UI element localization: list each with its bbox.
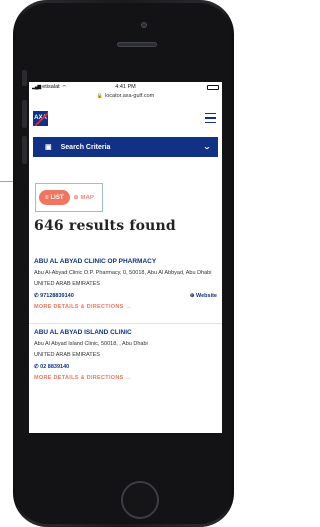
phone-icon: ✆ <box>34 364 39 370</box>
phone-screen: ▂▄▆ etisalat ⌔ 4:41 PM 🔒 locator.axa-gul… <box>29 82 222 433</box>
phone-link[interactable]: ✆ 02 8839140 <box>34 364 69 370</box>
status-time: 4:41 PM <box>115 84 136 90</box>
hamburger-menu-icon[interactable] <box>205 113 216 123</box>
phone-icon: ✆ <box>34 293 39 299</box>
axa-logo[interactable]: AXA <box>33 110 48 126</box>
search-criteria-label: Search Criteria <box>60 143 111 151</box>
result-country: UNITED ARAB EMIRATES <box>34 281 100 287</box>
more-details-link[interactable]: MORE DETAILS & DIRECTIONS → <box>34 375 217 381</box>
earpiece-speaker <box>117 42 157 47</box>
result-address: Abu Al-Abyad Clinic O.P. Pharmacy, 0, 50… <box>34 270 212 276</box>
battery-icon <box>206 84 219 90</box>
website-link[interactable]: ⊕ Website <box>190 293 217 299</box>
globe-icon: ⊕ <box>189 293 195 299</box>
device-mockup: ▂▄▆ etisalat ⌔ 4:41 PM 🔒 locator.axa-gul… <box>0 0 243 527</box>
more-details-link[interactable]: MORE DETAILS & DIRECTIONS → <box>34 304 217 310</box>
result-name[interactable]: ABU AL ABYAD ISLAND CLINIC <box>34 329 217 336</box>
arrow-right-icon: → <box>125 375 132 381</box>
list-icon: ≡ <box>45 194 49 201</box>
home-button[interactable] <box>121 481 159 519</box>
volume-up-button <box>22 100 27 128</box>
result-country: UNITED ARAB EMIRATES <box>34 352 100 358</box>
signal-icon: ▂▄▆ <box>32 84 41 90</box>
status-bar: ▂▄▆ etisalat ⌔ 4:41 PM <box>29 82 222 92</box>
url-text: locator.axa-gulf.com <box>105 93 155 99</box>
site-header: AXA <box>29 103 222 133</box>
results-count-heading: 646 results found <box>34 218 176 234</box>
list-view-button[interactable]: ≡ LIST <box>39 190 70 205</box>
search-criteria-bar[interactable]: ▣ Search Criteria ⌄ <box>33 137 218 157</box>
result-item: ABU AL ABYAD CLINIC OP PHARMACY Abu Al-A… <box>34 258 217 310</box>
wifi-icon: ⌔ <box>61 84 67 91</box>
front-camera <box>141 22 147 28</box>
volume-down-button <box>22 136 27 164</box>
mute-switch <box>22 70 27 86</box>
calendar-search-icon: ▣ <box>45 144 52 151</box>
arrow-right-icon: → <box>125 304 132 310</box>
result-item: ABU AL ABYAD ISLAND CLINIC Abu Al Abyad … <box>34 329 217 381</box>
address-bar[interactable]: 🔒 locator.axa-gulf.com <box>29 92 222 100</box>
carrier-label: etisalat <box>42 84 60 90</box>
globe-icon: ⊕ <box>73 195 79 201</box>
result-name[interactable]: ABU AL ABYAD CLINIC OP PHARMACY <box>34 258 217 265</box>
view-toggle: ≡ LIST ⊕ MAP <box>35 183 103 212</box>
result-address: Abu Al Abyad Island Clinic, 50018, , Abu… <box>34 341 148 347</box>
map-view-button[interactable]: ⊕ MAP <box>73 194 94 202</box>
chevron-down-icon: ⌄ <box>202 144 212 151</box>
lock-icon: 🔒 <box>96 93 103 99</box>
result-divider <box>29 323 222 324</box>
phone-link[interactable]: ✆ 97128839140 <box>34 293 74 299</box>
